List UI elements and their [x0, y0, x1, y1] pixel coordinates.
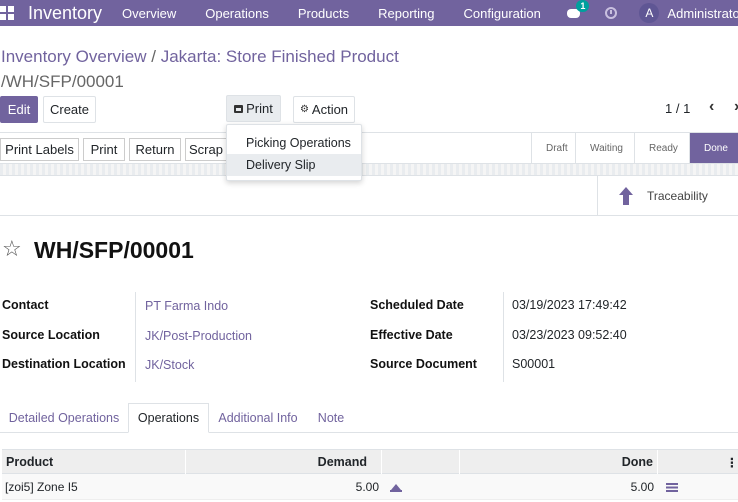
menu-configuration[interactable]: Configuration: [464, 6, 541, 21]
destination-location-label: Destination Location: [2, 357, 126, 371]
activity-clock-icon[interactable]: [605, 7, 618, 19]
effective-date-value: 03/23/2023 09:52:40: [512, 328, 627, 342]
pager-value[interactable]: 1 / 1: [665, 101, 690, 116]
source-document-label: Source Document: [370, 357, 477, 371]
table-header: Product Demand Done ⋮: [2, 449, 738, 474]
star-icon[interactable]: ☆: [2, 238, 22, 260]
scheduled-date-value: 03/19/2023 17:49:42: [512, 298, 627, 312]
contact-value[interactable]: PT Farma Indo: [145, 299, 228, 313]
list-icon: [666, 482, 678, 492]
gear-icon: ⚙: [299, 104, 309, 115]
area-chart-icon: [390, 483, 402, 492]
menu-item-picking-operations[interactable]: Picking Operations: [227, 132, 361, 154]
source-location-value[interactable]: JK/Post-Production: [145, 329, 252, 343]
column-header-done[interactable]: Done: [460, 450, 658, 474]
tab-additional-info[interactable]: Additional Info: [209, 403, 307, 433]
breadcrumb: Inventory Overview / Jakarta: Store Fini…: [1, 44, 401, 94]
app-brand[interactable]: Inventory: [28, 3, 102, 24]
scrap-button[interactable]: Scrap: [185, 138, 227, 161]
action-dropdown-label: Action: [311, 102, 349, 117]
stage-done[interactable]: Done: [689, 133, 738, 163]
source-location-label: Source Location: [2, 328, 100, 342]
forecast-chart-icon[interactable]: [390, 474, 402, 500]
field-divider-left: [135, 292, 136, 382]
print-dropdown-label: Print: [246, 101, 273, 116]
action-dropdown-button[interactable]: ⚙ Action: [293, 96, 355, 123]
row-demand: 5.00: [355, 480, 379, 494]
breadcrumb-current: WH/SFP/00001: [5, 72, 124, 91]
effective-date-label: Effective Date: [370, 328, 453, 342]
navbar-systray: 1 A Administrator: [567, 0, 738, 26]
breadcrumb-inventory-overview[interactable]: Inventory Overview: [1, 47, 147, 66]
user-name[interactable]: Administrator: [667, 6, 738, 21]
main-menu: Overview Operations Products Reporting C…: [122, 6, 570, 21]
operations-table: Product Demand Done ⋮ [zoi5] Zone I5 5.0…: [2, 449, 738, 500]
tab-detailed-operations[interactable]: Detailed Operations: [0, 403, 128, 433]
menu-overview[interactable]: Overview: [122, 6, 176, 21]
sheet-background-band: [0, 164, 738, 176]
menu-item-delivery-slip[interactable]: Delivery Slip: [227, 154, 361, 176]
print-dropdown-menu: Picking Operations Delivery Slip: [226, 124, 362, 181]
optional-columns-icon[interactable]: ⋮: [726, 450, 738, 474]
traceability-button[interactable]: Traceability: [597, 176, 738, 216]
source-document-value: S00001: [512, 357, 556, 371]
destination-location-value[interactable]: JK/Stock: [145, 358, 194, 372]
chat-icon[interactable]: 1: [567, 0, 590, 19]
row-done: 5.00: [630, 480, 654, 494]
top-navbar: Inventory Overview Operations Products R…: [0, 0, 738, 26]
breadcrumb-separator: /: [151, 47, 156, 66]
arrow-up-icon: [617, 187, 635, 205]
traceability-label: Traceability: [647, 189, 708, 203]
table-row[interactable]: [zoi5] Zone I5 5.00 5.00: [2, 474, 738, 500]
record-title: WH/SFP/00001: [34, 237, 194, 263]
pager-previous-icon[interactable]: ‹: [709, 98, 714, 116]
menu-operations[interactable]: Operations: [205, 6, 269, 21]
column-header-demand[interactable]: Demand: [186, 450, 382, 474]
detailed-operations-icon[interactable]: [666, 474, 678, 500]
edit-button[interactable]: Edit: [0, 96, 38, 123]
column-header-product[interactable]: Product: [2, 450, 186, 474]
user-avatar[interactable]: A: [639, 3, 660, 23]
menu-products[interactable]: Products: [298, 6, 349, 21]
button-box: Traceability: [0, 176, 738, 216]
menu-reporting[interactable]: Reporting: [378, 6, 434, 21]
chat-badge: 1: [576, 0, 590, 12]
stage-ready[interactable]: Ready: [634, 133, 689, 163]
pager-next-icon[interactable]: ›: [734, 98, 738, 116]
breadcrumb-picking-type[interactable]: Jakarta: Store Finished Product: [161, 47, 399, 66]
stage-waiting[interactable]: Waiting: [575, 133, 634, 163]
print-labels-button[interactable]: Print Labels: [0, 138, 79, 161]
create-button[interactable]: Create: [43, 96, 96, 123]
apps-grid-icon[interactable]: [0, 6, 14, 20]
stage-draft[interactable]: Draft: [531, 133, 575, 163]
status-stages: Draft Waiting Ready Done: [531, 133, 738, 163]
return-button[interactable]: Return: [129, 138, 181, 161]
notebook-tabs: Detailed Operations Operations Additiona…: [0, 403, 738, 433]
print-dropdown-button[interactable]: Print: [226, 95, 281, 122]
tab-operations[interactable]: Operations: [128, 403, 209, 433]
form-statusbar: Print Labels Print Return Scrap Draft Wa…: [0, 132, 738, 164]
contact-label: Contact: [2, 298, 49, 312]
print-button[interactable]: Print: [83, 138, 125, 161]
tab-note[interactable]: Note: [307, 403, 355, 433]
field-divider-right: [503, 292, 504, 382]
printer-icon: [234, 104, 244, 113]
scheduled-date-label: Scheduled Date: [370, 298, 464, 312]
row-product: [zoi5] Zone I5: [5, 480, 78, 494]
column-header-forecast: [382, 450, 460, 474]
